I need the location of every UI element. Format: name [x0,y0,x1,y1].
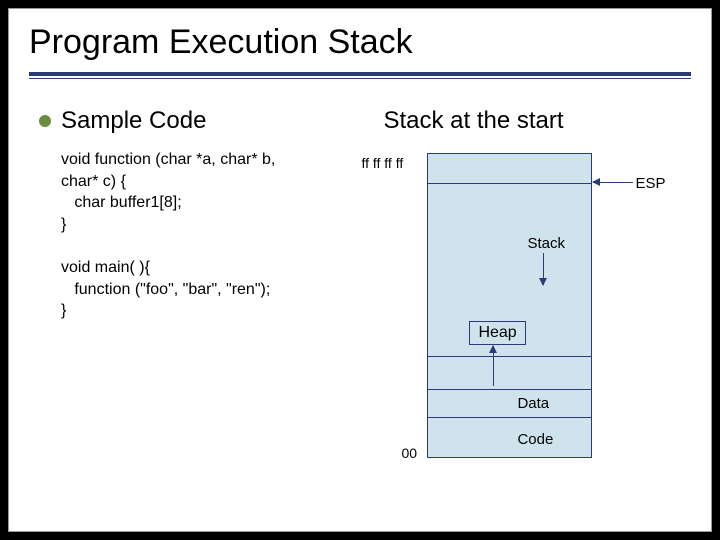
stack-arrow-down-icon [543,253,544,285]
address-bottom: 00 [401,445,417,461]
slide-body: Sample Code void function (char *a, char… [9,85,711,473]
address-top: ff ff ff ff [361,155,403,171]
slide: Program Execution Stack Sample Code void… [8,8,712,532]
heap-bottom-line [427,389,592,390]
heap-top-line [427,356,592,357]
heap-label-text: Heap [478,324,516,341]
bullet-text: Sample Code [61,107,206,135]
title-rule-thin [29,78,691,79]
data-label: Data [517,395,549,412]
data-bottom-line [427,417,592,418]
esp-label: ESP [635,175,665,192]
left-column: Sample Code void function (char *a, char… [39,107,367,463]
heap-arrow-up-icon [493,346,494,386]
title-area: Program Execution Stack [9,9,711,85]
code-block: void function (char *a, char* b, char* c… [61,149,367,322]
esp-arrow-icon [593,182,633,183]
right-column: Stack at the start ff ff ff ff ESP Stack… [377,107,701,463]
bullet-row: Sample Code [39,107,367,135]
bullet-icon [39,115,51,127]
title-rule-thick [29,72,691,76]
esp-line [427,183,592,184]
memory-diagram: ff ff ff ff ESP Stack Heap Data Code 00 [397,153,657,463]
code-label: Code [517,431,553,448]
slide-title: Program Execution Stack [29,23,691,62]
stack-label: Stack [527,235,565,252]
right-heading: Stack at the start [383,107,701,135]
memory-box [427,153,592,458]
heap-label: Heap [469,321,525,345]
